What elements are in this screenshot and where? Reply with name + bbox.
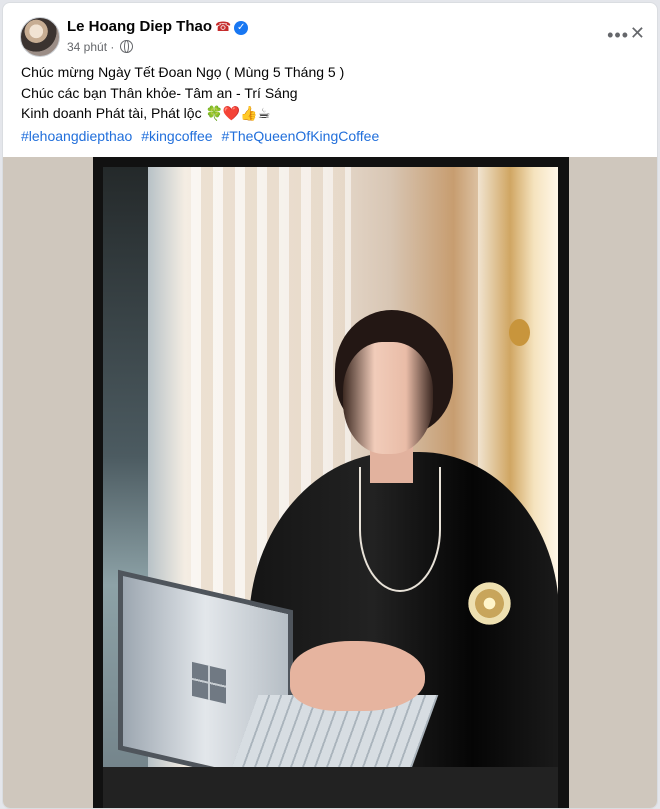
globe-icon bbox=[119, 40, 133, 53]
windows-logo-icon bbox=[192, 661, 226, 704]
hashtag-thequeenofkingcoffee[interactable]: #TheQueenOfKingCoffee bbox=[221, 128, 379, 144]
post-header: Le Hoang Diep Thao ☎ ✓ 34 phút · ••• ✕ bbox=[17, 15, 645, 59]
verified-icon: ✓ bbox=[234, 21, 249, 35]
photo-frame[interactable] bbox=[93, 157, 569, 808]
phone-icon: ☎ bbox=[215, 19, 232, 34]
gold-brooch bbox=[463, 577, 516, 630]
close-icon[interactable]: ✕ bbox=[630, 23, 645, 44]
hands bbox=[290, 641, 425, 711]
post-photo-area[interactable] bbox=[3, 157, 657, 808]
author-name[interactable]: Le Hoang Diep Thao ☎ ✓ bbox=[67, 18, 249, 35]
post-text-line-2: Chúc các bạn Thân khỏe- Tâm an - Trí Sán… bbox=[21, 84, 298, 101]
hashtag-kingcoffee[interactable]: #kingcoffee bbox=[141, 128, 212, 144]
post-text-line-3: Kinh doanh Phát tài, Phát lộc 🍀❤️👍☕ bbox=[21, 105, 271, 121]
post-text: Chúc mừng Ngày Tết Đoan Ngọ ( Mùng 5 Thá… bbox=[21, 62, 639, 124]
author-name-text[interactable]: Le Hoang Diep Thao bbox=[67, 18, 212, 35]
facebook-post-card: Le Hoang Diep Thao ☎ ✓ 34 phút · ••• ✕ Chú… bbox=[2, 2, 658, 809]
desk bbox=[103, 767, 558, 808]
post-photo[interactable] bbox=[103, 167, 558, 808]
pearl-necklace bbox=[359, 467, 441, 592]
post-text-line-1: Chúc mừng Ngày Tết Đoan Ngọ ( Mùng 5 Thá… bbox=[21, 64, 345, 80]
author-avatar[interactable] bbox=[20, 17, 60, 57]
hashtag-lehoangdiepthao[interactable]: #lehoangdiepthao bbox=[21, 128, 132, 144]
face bbox=[343, 342, 433, 454]
post-time[interactable]: 34 phút bbox=[67, 40, 107, 54]
post-meta: 34 phút · bbox=[67, 40, 133, 54]
door-knob bbox=[509, 319, 530, 346]
hashtag-list: #lehoangdiepthao #kingcoffee #TheQueenOf… bbox=[21, 128, 384, 144]
more-options-icon[interactable]: ••• bbox=[607, 25, 629, 46]
